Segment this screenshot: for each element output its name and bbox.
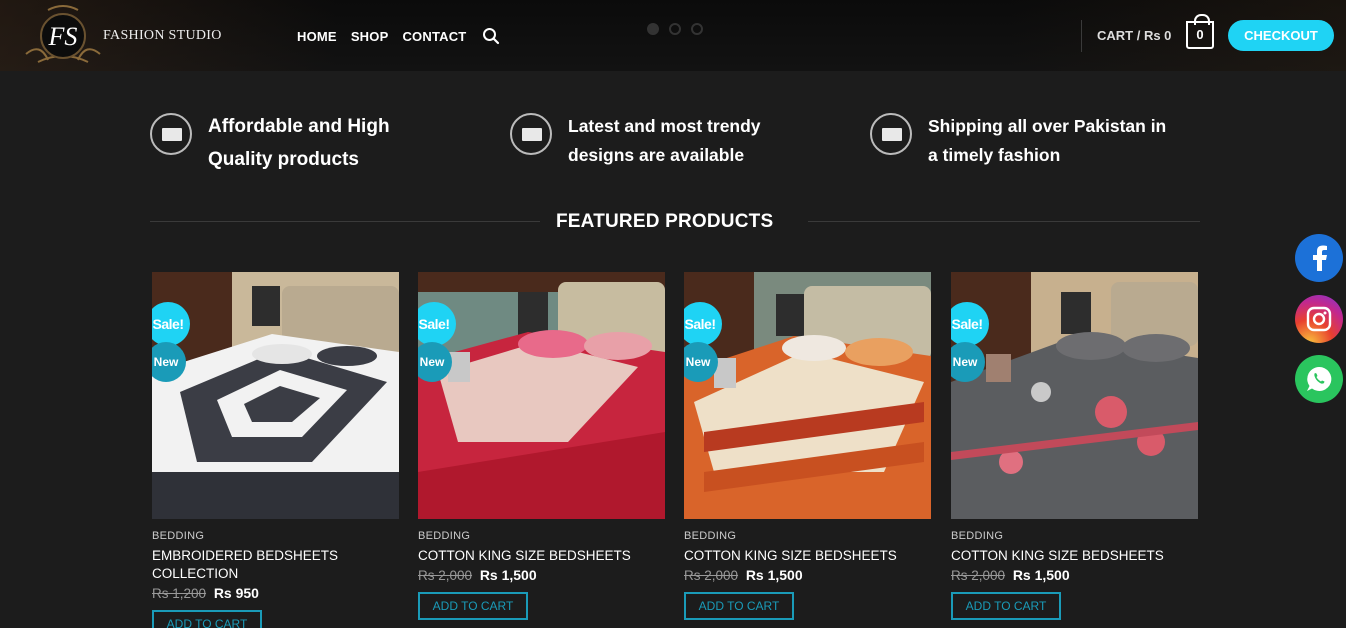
add-to-cart-button[interactable]: ADD TO CART: [152, 610, 262, 628]
product-price: Rs 1,200 Rs 950: [152, 585, 399, 601]
feature-line: designs are available: [568, 145, 745, 165]
slider-dot[interactable]: [647, 23, 659, 35]
product-image[interactable]: Sale! New: [684, 272, 931, 519]
laptop-icon: [870, 113, 912, 155]
product-name[interactable]: COTTON KING SIZE BEDSHEETS: [418, 547, 665, 565]
product-name[interactable]: COTTON KING SIZE BEDSHEETS: [951, 547, 1198, 565]
feature-shipping: Shipping all over Pakistan in a timely f…: [870, 113, 1166, 170]
feature-line: Latest and most trendy: [568, 116, 761, 136]
old-price: Rs 2,000: [951, 568, 1006, 583]
old-price: Rs 1,200: [152, 586, 207, 601]
product-card: Sale! New BEDDING COTTON KING SIZE BEDSH…: [684, 272, 931, 620]
sale-price: Rs 1,500: [745, 567, 803, 583]
product-category[interactable]: BEDDING: [684, 530, 931, 542]
facebook-icon[interactable]: [1295, 234, 1343, 282]
instagram-icon[interactable]: [1295, 295, 1343, 343]
sale-price: Rs 1,500: [479, 567, 537, 583]
product-price: Rs 2,000 Rs 1,500: [418, 567, 665, 583]
header-divider: [1081, 20, 1082, 52]
product-category[interactable]: BEDDING: [418, 530, 665, 542]
feature-quality: Affordable and High Quality products: [150, 113, 390, 174]
sale-price: Rs 1,500: [1012, 567, 1070, 583]
nav-shop[interactable]: SHOP: [351, 29, 389, 44]
feature-designs: Latest and most trendy designs are avail…: [510, 113, 761, 170]
brand-name[interactable]: FASHION STUDIO: [103, 28, 222, 44]
cart-bag-icon[interactable]: 0: [1186, 14, 1214, 49]
svg-text:FS: FS: [48, 22, 78, 51]
nav-contact[interactable]: CONTACT: [402, 29, 466, 44]
feature-line: a timely fashion: [928, 145, 1061, 165]
product-image[interactable]: Sale! New: [152, 272, 399, 519]
product-card: Sale! New BEDDING COTTON KING SIZE BEDSH…: [951, 272, 1198, 620]
add-to-cart-button[interactable]: ADD TO CART: [684, 592, 794, 620]
product-category[interactable]: BEDDING: [951, 530, 1198, 542]
product-card: Sale! New BEDDING COTTON KING SIZE BEDSH…: [418, 272, 665, 620]
product-category[interactable]: BEDDING: [152, 530, 399, 542]
product-name[interactable]: COTTON KING SIZE BEDSHEETS: [684, 547, 931, 565]
product-image[interactable]: Sale! New: [951, 272, 1198, 519]
product-name-line[interactable]: COLLECTION: [152, 565, 399, 583]
laptop-icon: [510, 113, 552, 155]
slider-dot[interactable]: [669, 23, 681, 35]
search-icon[interactable]: [482, 27, 500, 45]
product-name-line[interactable]: EMBROIDERED BEDSHEETS: [152, 547, 399, 565]
slider-dot[interactable]: [691, 23, 703, 35]
site-header: FS FASHION STUDIO HOME SHOP CONTACT CART…: [0, 0, 1346, 71]
feature-line: Quality products: [208, 149, 359, 170]
add-to-cart-button[interactable]: ADD TO CART: [418, 592, 528, 620]
sale-price: Rs 950: [213, 585, 259, 601]
add-to-cart-button[interactable]: ADD TO CART: [951, 592, 1061, 620]
product-price: Rs 2,000 Rs 1,500: [951, 567, 1198, 583]
product-price: Rs 2,000 Rs 1,500: [684, 567, 931, 583]
old-price: Rs 2,000: [684, 568, 739, 583]
nav-home[interactable]: HOME: [297, 29, 337, 44]
section-divider: [808, 221, 1200, 222]
whatsapp-icon[interactable]: [1295, 355, 1343, 403]
product-image[interactable]: Sale! New: [418, 272, 665, 519]
product-card: Sale! New BEDDING EMBROIDERED BEDSHEETS …: [152, 272, 399, 628]
feature-line: Shipping all over Pakistan in: [928, 116, 1167, 136]
slider-dots: [647, 23, 703, 35]
checkout-button[interactable]: CHECKOUT: [1228, 20, 1334, 51]
laptop-icon: [150, 113, 192, 155]
old-price: Rs 2,000: [418, 568, 473, 583]
logo[interactable]: FS: [18, 2, 108, 68]
feature-line: Affordable and High: [208, 116, 390, 137]
cart-link[interactable]: CART / Rs 0: [1097, 28, 1171, 43]
product-name[interactable]: EMBROIDERED BEDSHEETS COLLECTION: [152, 547, 399, 583]
main-nav: HOME SHOP CONTACT: [297, 27, 500, 45]
section-divider: [150, 221, 540, 222]
section-title: FEATURED PRODUCTS: [556, 211, 774, 232]
